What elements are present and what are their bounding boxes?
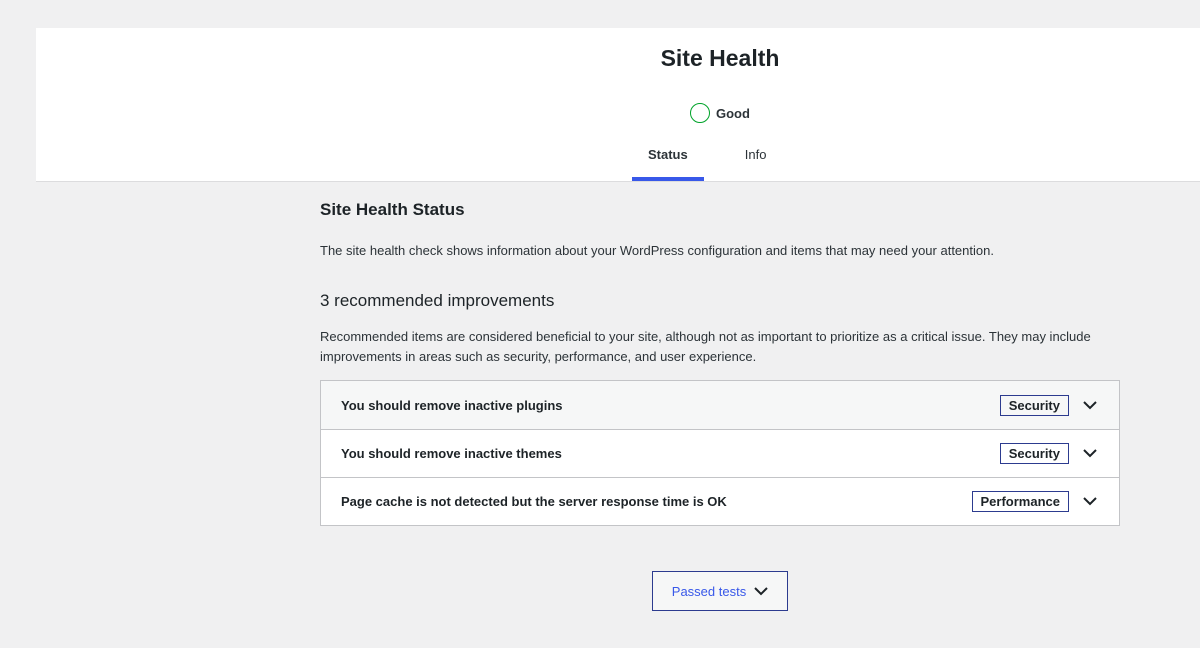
issue-title: Page cache is not detected but the serve…: [341, 494, 727, 509]
tab-nav: Status Info: [632, 141, 782, 181]
health-status-label: Good: [716, 105, 750, 121]
issue-badge: Security: [999, 394, 1069, 416]
issue-row-page-cache[interactable]: Page cache is not detected but the serve…: [321, 477, 1119, 525]
chevron-down-icon: [754, 584, 768, 599]
passed-tests-button[interactable]: Passed tests: [652, 571, 788, 611]
recommended-description: Recommended items are considered benefic…: [320, 329, 1091, 364]
issue-title: You should remove inactive themes: [341, 446, 562, 461]
section-description: The site health check shows information …: [320, 243, 994, 258]
page-title: Site Health: [660, 45, 780, 71]
section-title: Site Health Status: [320, 200, 465, 219]
recommended-count-title: 3 recommended improvements: [320, 291, 555, 310]
issue-row-inactive-plugins[interactable]: You should remove inactive plugins Secur…: [321, 381, 1119, 429]
passed-tests-label: Passed tests: [671, 583, 747, 599]
chevron-down-icon[interactable]: [1081, 445, 1099, 463]
site-health-header: Site Health Good Status Info: [36, 28, 1200, 182]
tab-info[interactable]: Info: [729, 141, 783, 181]
chevron-down-icon[interactable]: [1081, 493, 1099, 511]
issue-badge: Security: [999, 443, 1069, 464]
issue-badge: Performance: [971, 491, 1069, 512]
issue-title: You should remove inactive plugins: [341, 397, 563, 413]
main-content: Site Health Status The site health check…: [320, 200, 1120, 526]
issue-row-inactive-themes[interactable]: You should remove inactive themes Securi…: [321, 429, 1119, 477]
health-progress-circle-icon: [690, 103, 710, 123]
issues-accordion: You should remove inactive plugins Secur…: [320, 380, 1120, 526]
chevron-down-icon[interactable]: [1081, 396, 1099, 414]
health-status-indicator: Good: [690, 103, 750, 123]
tab-status[interactable]: Status: [632, 141, 704, 181]
